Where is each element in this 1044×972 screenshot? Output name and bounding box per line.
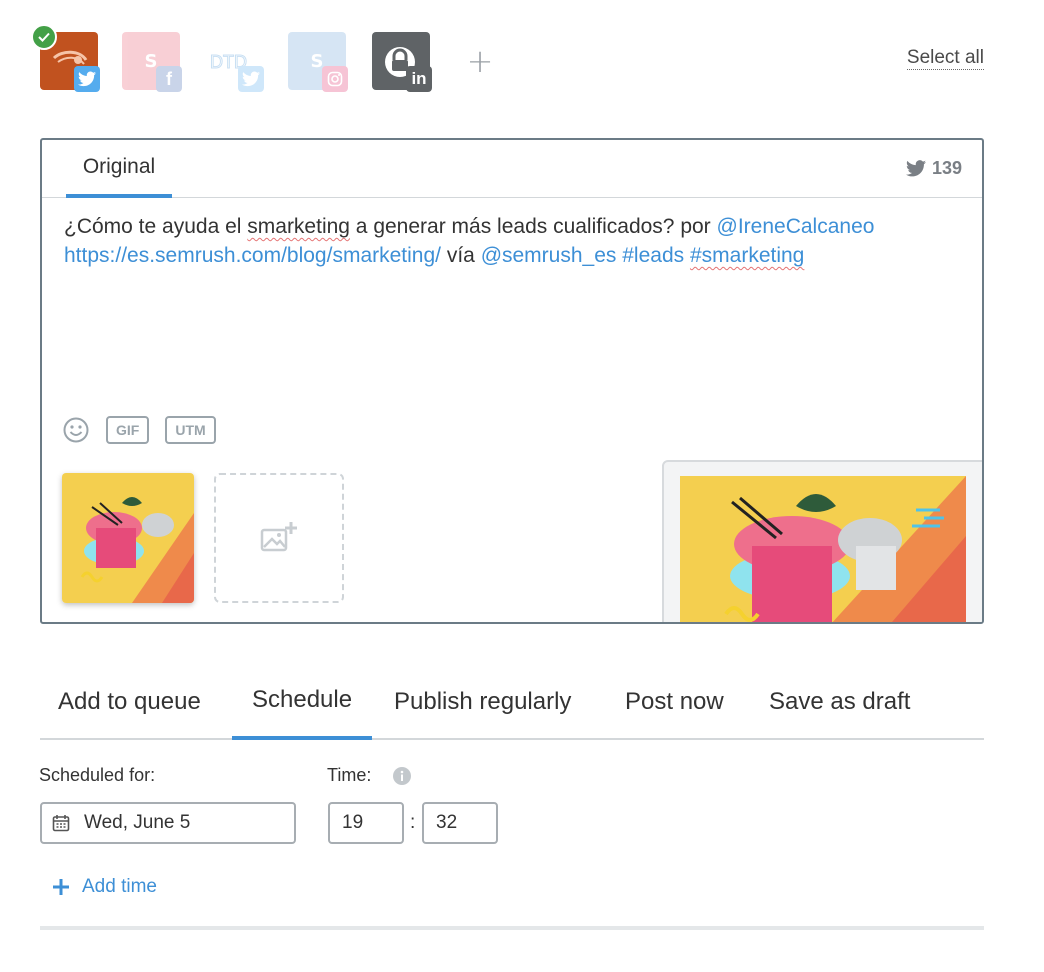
spellcheck-word: smarketing bbox=[247, 215, 350, 238]
account-semrush-facebook[interactable]: S f bbox=[122, 32, 182, 92]
account-dtd-twitter[interactable]: DTD bbox=[204, 32, 264, 92]
preview-image-artwork bbox=[680, 476, 966, 622]
twitter-badge-icon bbox=[74, 66, 100, 92]
linkedin-badge-icon: in bbox=[406, 66, 432, 92]
tab-schedule[interactable]: Schedule bbox=[232, 664, 373, 740]
selected-check-icon bbox=[31, 24, 57, 50]
tab-publish-regularly[interactable]: Publish regularly bbox=[394, 664, 571, 740]
hashtag-link: #leads bbox=[622, 244, 685, 267]
gif-button[interactable]: GIF bbox=[106, 416, 150, 444]
tab-add-to-queue[interactable]: Add to queue bbox=[58, 664, 201, 740]
post-text-segment: a generar más leads cualificados? por bbox=[349, 215, 717, 238]
time-separator: : bbox=[410, 812, 416, 833]
account-linkedin-locked[interactable]: in bbox=[372, 32, 432, 92]
post-preview-panel bbox=[662, 460, 982, 622]
instagram-badge-icon bbox=[322, 66, 348, 92]
facebook-badge-icon: f bbox=[156, 66, 182, 92]
minute-input[interactable]: 32 bbox=[422, 802, 498, 844]
mention-link: @IreneCalcaneo bbox=[716, 215, 875, 238]
date-picker-field[interactable]: Wed, June 5 bbox=[40, 802, 296, 844]
account-semrush-twitter[interactable] bbox=[31, 24, 100, 92]
editor-tabs: Original 139 bbox=[42, 140, 982, 198]
plus-icon bbox=[53, 879, 69, 895]
url-link: https://es.semrush.com/blog/smarketing/ bbox=[64, 244, 441, 267]
account-selector: S f DTD S in + Select all bbox=[31, 24, 984, 92]
add-media-button[interactable] bbox=[214, 473, 344, 603]
twitter-icon bbox=[905, 160, 926, 177]
twitter-badge-icon bbox=[238, 66, 264, 92]
char-count-value: 139 bbox=[931, 158, 962, 178]
publish-options-tabs: Add to queue Schedule Publish regularly … bbox=[40, 664, 984, 740]
character-counter: 139 bbox=[905, 158, 962, 179]
attached-image-artwork bbox=[62, 473, 194, 603]
select-all-link[interactable]: Select all bbox=[906, 47, 984, 70]
post-text-area[interactable]: ¿Cómo te ayuda el smarketing a generar m… bbox=[64, 212, 964, 270]
post-text-segment: vía bbox=[441, 244, 481, 267]
calendar-icon bbox=[52, 815, 70, 832]
account-semrush-instagram[interactable]: S bbox=[288, 32, 348, 92]
time-label: Time: bbox=[327, 765, 372, 785]
editor-toolbar: GIF UTM bbox=[62, 416, 216, 444]
info-icon[interactable] bbox=[392, 766, 412, 786]
hour-input[interactable]: 19 bbox=[328, 802, 404, 844]
hashtag-link: #smarketing bbox=[689, 244, 805, 267]
tab-save-as-draft[interactable]: Save as draft bbox=[769, 664, 910, 740]
date-value: Wed, June 5 bbox=[84, 812, 191, 833]
tab-original[interactable]: Original bbox=[66, 140, 172, 198]
emoji-icon[interactable] bbox=[62, 416, 90, 444]
add-time-label: Add time bbox=[82, 876, 157, 897]
mention-link: @semrush_es bbox=[480, 244, 617, 267]
post-editor: Original 139 ¿Cómo te ayuda el smarketin… bbox=[40, 138, 984, 624]
add-image-icon bbox=[260, 522, 297, 552]
add-time-button[interactable]: Add time bbox=[52, 876, 157, 898]
attached-image-thumbnail[interactable] bbox=[62, 473, 194, 603]
section-divider bbox=[40, 926, 984, 930]
add-account-button[interactable]: + bbox=[464, 45, 496, 77]
preview-image bbox=[680, 476, 966, 622]
post-text-segment: ¿Cómo te ayuda el bbox=[64, 215, 248, 238]
scheduled-for-label: Scheduled for: bbox=[39, 765, 156, 785]
utm-button[interactable]: UTM bbox=[165, 416, 216, 444]
tab-post-now[interactable]: Post now bbox=[625, 664, 724, 740]
